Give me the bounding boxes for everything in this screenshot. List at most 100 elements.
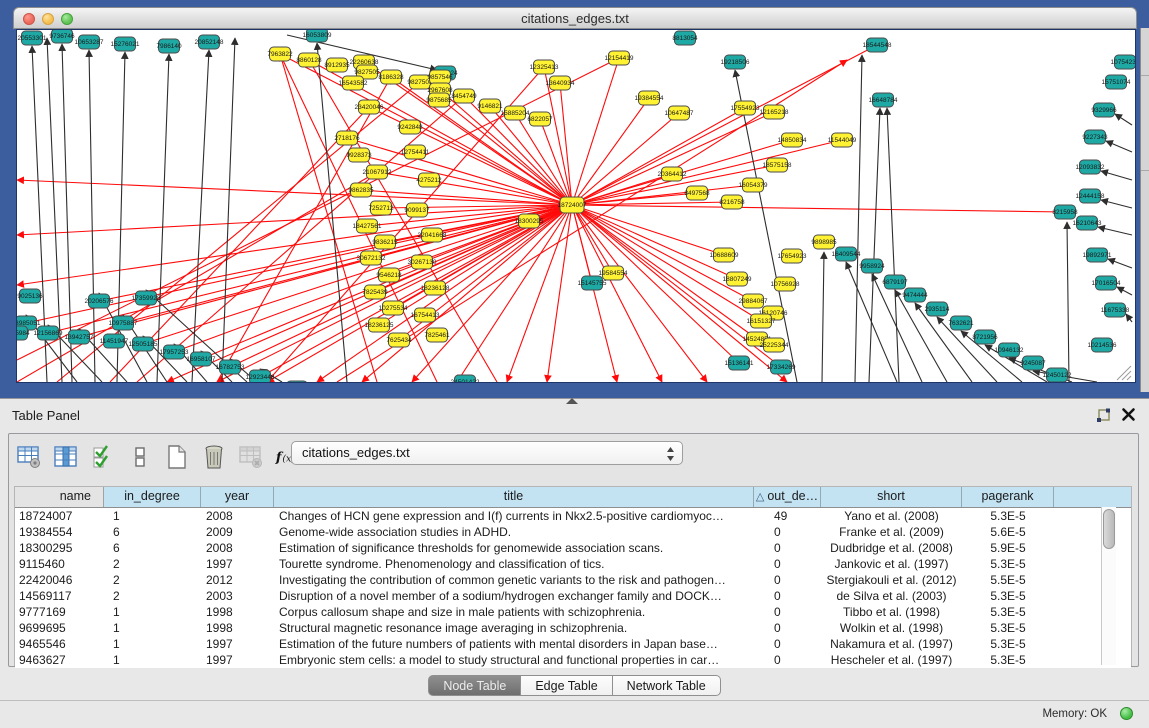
graph-node[interactable]: 14850834 [778, 133, 807, 147]
table-row[interactable]: 946554611997Estimation of the future num… [15, 636, 1131, 652]
table-cell-title[interactable]: Investigating the contribution of common… [274, 572, 754, 588]
graph-node[interactable]: 13640934 [546, 76, 575, 90]
graph-node[interactable]: 7625434 [386, 333, 412, 347]
graph-node[interactable]: 7632621 [948, 316, 974, 330]
graph-node[interactable]: 10688609 [710, 248, 739, 262]
graph-node[interactable]: 16543582 [339, 76, 368, 90]
graph-node[interactable]: 17334269 [767, 360, 796, 374]
graph-node[interactable]: 10754236 [1111, 55, 1136, 69]
graph-node[interactable]: 9862835 [348, 183, 374, 197]
graph-node[interactable]: 18544548 [863, 38, 892, 52]
select-columns-button[interactable] [89, 443, 117, 471]
table-cell-title[interactable]: Estimation of the future numbers of pati… [274, 636, 754, 652]
graph-node[interactable]: 9736746 [49, 29, 75, 43]
graph-node[interactable]: 16782753 [216, 360, 245, 374]
graph-node[interactable]: 10275534 [379, 301, 408, 315]
graph-node[interactable]: 9474444 [902, 288, 928, 302]
table-settings-button[interactable] [15, 443, 43, 471]
table-cell-title[interactable]: Genome-wide association studies in ADHD. [274, 524, 754, 540]
table-cell-out_degree[interactable]: 0 [754, 524, 821, 540]
graph-node[interactable]: 30672132 [357, 251, 386, 265]
column-header-short[interactable]: short [821, 487, 962, 507]
create-column-button[interactable] [163, 443, 191, 471]
table-cell-short[interactable]: Jankovic et al. (1997) [821, 556, 962, 572]
table-cell-year[interactable]: 1997 [201, 636, 274, 652]
graph-node[interactable]: 7963822 [267, 47, 293, 61]
table-cell-name[interactable]: 9699695 [15, 620, 104, 636]
graph-node[interactable]: 15276021 [111, 37, 140, 51]
table-cell-in_degree[interactable]: 2 [104, 572, 201, 588]
graph-node[interactable]: 16054379 [739, 178, 768, 192]
graph-node[interactable]: 20206576 [85, 294, 114, 308]
table-cell-pagerank[interactable]: 5.5E-5 [962, 572, 1054, 588]
graph-node[interactable]: 19584554 [599, 266, 628, 280]
graph-node[interactable]: 15885204 [501, 106, 530, 120]
graph-node[interactable]: 7825461 [424, 328, 450, 342]
graph-node[interactable]: 18427561 [353, 219, 382, 233]
table-cell-pagerank[interactable]: 5.3E-5 [962, 588, 1054, 604]
graph-node[interactable]: 12754411 [401, 145, 430, 159]
graph-node[interactable]: 16053809 [303, 29, 332, 42]
graph-node[interactable]: 12923448 [246, 370, 275, 383]
graph-node[interactable]: 15751074 [1102, 75, 1131, 89]
graph-node[interactable]: 2935114 [925, 302, 950, 316]
graph-node[interactable]: 29884067 [739, 294, 768, 308]
graph-node[interactable]: 23420046 [355, 100, 384, 114]
table-cell-short[interactable]: Tibbo et al. (1998) [821, 604, 962, 620]
table-cell-short[interactable]: Nakamura et al. (1997) [821, 636, 962, 652]
table-row[interactable]: 1456911722003Disruption of a novel membe… [15, 588, 1131, 604]
row-options-button[interactable] [126, 443, 154, 471]
graph-node[interactable]: 16958107 [187, 352, 216, 366]
column-header-name[interactable]: name [15, 487, 104, 507]
graph-node[interactable]: 6822057 [527, 112, 553, 126]
column-header-year[interactable]: year [201, 487, 274, 507]
table-cell-name[interactable]: 9463627 [15, 652, 104, 668]
table-cell-name[interactable]: 22420046 [15, 572, 104, 588]
table-cell-year[interactable]: 2008 [201, 540, 274, 556]
graph-node[interactable]: 15136141 [725, 356, 754, 370]
table-cell-title[interactable]: Structural magnetic resonance image aver… [274, 620, 754, 636]
table-cell-pagerank[interactable]: 5.3E-5 [962, 636, 1054, 652]
table-cell-out_degree[interactable]: 0 [754, 572, 821, 588]
graph-node[interactable]: 6879197 [882, 275, 908, 289]
table-cell-pagerank[interactable]: 5.9E-5 [962, 540, 1054, 556]
graph-node[interactable]: 11451947 [100, 334, 129, 348]
canvas-resize-grip[interactable] [1117, 366, 1131, 380]
graph-node[interactable]: 8454749 [451, 89, 477, 103]
table-cell-title[interactable]: Estimation of significance thresholds fo… [274, 540, 754, 556]
graph-node[interactable]: 10653287 [75, 35, 104, 49]
graph-node[interactable]: 9958924 [859, 259, 885, 273]
table-cell-out_degree[interactable]: 0 [754, 636, 821, 652]
graph-node[interactable]: 22041668 [418, 228, 447, 242]
column-header-title[interactable]: title [274, 487, 754, 507]
graph-node[interactable]: 12450122 [1043, 368, 1072, 382]
graph-node[interactable]: 12093832 [1076, 160, 1105, 174]
graph-node[interactable]: 9898985 [811, 235, 837, 249]
table-cell-out_degree[interactable]: 0 [754, 620, 821, 636]
graph-node[interactable]: 18236128 [421, 281, 450, 295]
table-row[interactable]: 977716911998Corpus callosum shape and si… [15, 604, 1131, 620]
graph-node[interactable]: 17957253 [160, 345, 189, 359]
graph-node[interactable]: 10945522 [283, 381, 312, 383]
table-cell-name[interactable]: 9115460 [15, 556, 104, 572]
table-cell-short[interactable]: Stergiakouli et al. (2012) [821, 572, 962, 588]
graph-node[interactable]: 10214536 [1088, 338, 1117, 352]
graph-node[interactable]: 8215958 [1052, 205, 1078, 219]
graph-node[interactable]: 12505185 [129, 337, 158, 351]
graph-node[interactable]: 7986140 [156, 39, 182, 53]
graph-node[interactable]: 9928373 [346, 148, 372, 162]
column-header-out_degree[interactable]: △out_de… [754, 487, 821, 507]
table-cell-short[interactable]: Dudbridge et al. (2008) [821, 540, 962, 556]
graph-node[interactable]: 9329966 [1091, 103, 1117, 117]
graph-node[interactable]: 9146821 [477, 99, 503, 113]
table-row[interactable]: 969969511998Structural magnetic resonanc… [15, 620, 1131, 636]
column-visibility-button[interactable] [52, 443, 80, 471]
table-cell-title[interactable]: Changes of HCN gene expression and I(f) … [274, 508, 754, 524]
panel-collapse-handle[interactable] [566, 398, 578, 404]
table-cell-out_degree[interactable]: 0 [754, 604, 821, 620]
table-cell-year[interactable]: 2008 [201, 508, 274, 524]
float-panel-button[interactable] [1096, 408, 1111, 423]
table-row[interactable]: 911546021997Tourette syndrome. Phenomeno… [15, 556, 1131, 572]
table-cell-title[interactable]: Corpus callosum shape and size in male p… [274, 604, 754, 620]
graph-node[interactable]: 10946132 [995, 343, 1024, 357]
